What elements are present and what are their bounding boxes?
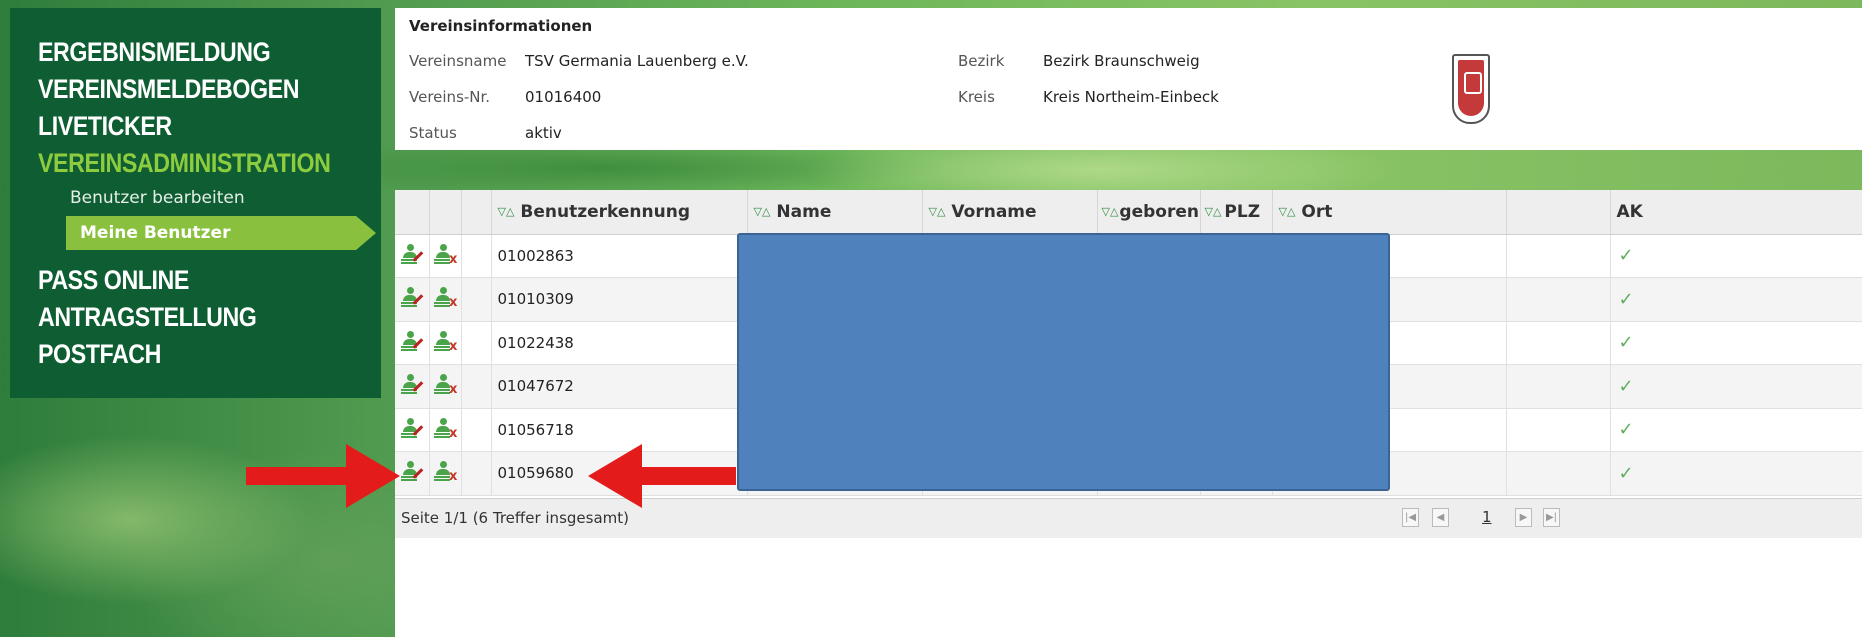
delete-user-cell[interactable]: x [429,234,462,278]
ak-cell: ✓ [1610,277,1862,322]
checkmark-icon: ✓ [1618,245,1634,267]
delete-user-cell[interactable]: x [429,451,462,496]
sort-icon[interactable]: ▽△ [498,205,515,218]
user-edit-icon[interactable] [400,417,424,439]
user-delete-icon[interactable]: x [434,330,457,354]
status-value: aktiv [525,124,562,142]
first-page-icon[interactable]: |◀ [1402,508,1419,527]
sidebar: ERGEBNISMELDUNG VEREINSMELDEBOGEN LIVETI… [10,8,381,398]
red-arrow-icon [246,444,400,508]
club-info-panel: Vereinsinformationen Vereinsname TSV Ger… [395,8,1862,150]
checkmark-icon: ✓ [1618,375,1634,397]
user-edit-icon[interactable] [400,243,424,265]
col-benutzerkennung[interactable]: ▽△ Benutzerkennung [491,190,748,235]
checkmark-icon: ✓ [1618,419,1634,441]
delete-user-cell[interactable]: x [429,364,462,409]
vereinsnr-label: Vereins-Nr. [409,88,491,106]
user-delete-icon[interactable]: x [434,243,457,267]
bezirk-value: Bezirk Braunschweig [1043,52,1200,70]
ak-cell: ✓ [1610,321,1862,365]
col-geboren[interactable]: ▽△geboren [1097,190,1201,235]
user-delete-icon[interactable]: x [434,286,457,310]
vereinsnr-value: 01016400 [525,88,602,106]
sort-icon[interactable]: ▽△ [929,205,946,218]
club-crest-icon [1452,54,1490,124]
benutzerkennung-cell: 01022438 [491,321,748,365]
vereinsname-value: TSV Germania Lauenberg e.V. [525,52,749,70]
col-vorname[interactable]: ▽△ Vorname [922,190,1098,235]
sort-icon[interactable]: ▽△ [1279,205,1296,218]
ak-cell: ✓ [1610,408,1862,452]
status-label: Status [409,124,457,142]
sort-icon[interactable]: ▽△ [754,205,771,218]
next-page-icon[interactable]: ▶ [1515,508,1532,527]
nav-ergebnismeldung[interactable]: ERGEBNISMELDUNG [38,34,271,71]
last-page-icon[interactable]: ▶| [1543,508,1560,527]
prev-page-icon[interactable]: ◀ [1432,508,1449,527]
col-plz[interactable]: ▽△ PLZ [1200,190,1273,235]
ak-cell: ✓ [1610,451,1862,496]
user-delete-icon[interactable]: x [434,417,457,441]
red-arrow-icon [588,444,736,508]
col-ort[interactable]: ▽△ Ort [1272,190,1507,235]
user-edit-icon[interactable] [400,286,424,308]
nav-postfach[interactable]: POSTFACH [38,336,161,373]
edit-user-cell[interactable] [395,321,430,365]
table-header: ▽△ Benutzerkennung ▽△ Name ▽△ Vorname ▽△geb… [395,190,1862,235]
ak-cell: ✓ [1610,234,1862,278]
edit-user-cell[interactable] [395,277,430,322]
nav-vereinsmeldebogen[interactable]: VEREINSMELDEBOGEN [38,71,299,108]
user-edit-icon[interactable] [400,330,424,352]
page-number[interactable]: 1 [1482,508,1492,526]
redaction-box [737,233,1390,491]
edit-user-cell[interactable] [395,364,430,409]
nav-meine-benutzer-label: Meine Benutzer [80,223,231,243]
benutzerkennung-cell: 01002863 [491,234,748,278]
benutzerkennung-cell: 01010309 [491,277,748,322]
nav-pass-online[interactable]: PASS ONLINE [38,262,189,299]
sort-icon[interactable]: ▽△ [1102,205,1119,218]
user-delete-icon[interactable]: x [434,373,457,397]
edit-user-cell[interactable] [395,234,430,278]
checkmark-icon: ✓ [1618,288,1634,310]
checkmark-icon: ✓ [1618,462,1634,484]
delete-user-cell[interactable]: x [429,408,462,452]
nav-meine-benutzer[interactable]: Meine Benutzer [66,216,376,250]
ak-cell: ✓ [1610,364,1862,409]
nav-vereinsadministration[interactable]: VEREINSADMINISTRATION [38,145,331,182]
nav-antragstellung[interactable]: ANTRAGSTELLUNG [38,299,257,336]
kreis-label: Kreis [958,88,995,106]
delete-user-cell[interactable]: x [429,277,462,322]
delete-user-cell[interactable]: x [429,321,462,365]
vereinsname-label: Vereinsname [409,52,507,70]
user-edit-icon[interactable] [400,373,424,395]
sort-icon[interactable]: ▽△ [1205,205,1222,218]
club-info-title: Vereinsinformationen [409,17,593,35]
benutzerkennung-cell: 01047672 [491,364,748,409]
col-ak: AK [1610,190,1862,235]
bezirk-label: Bezirk [958,52,1005,70]
kreis-value: Kreis Northeim-Einbeck [1043,88,1219,106]
user-delete-icon[interactable]: x [434,460,457,484]
nav-liveticker[interactable]: LIVETICKER [38,108,172,145]
nav-benutzer-bearbeiten[interactable]: Benutzer bearbeiten [70,188,245,208]
col-name[interactable]: ▽△ Name [747,190,923,235]
checkmark-icon: ✓ [1618,332,1634,354]
